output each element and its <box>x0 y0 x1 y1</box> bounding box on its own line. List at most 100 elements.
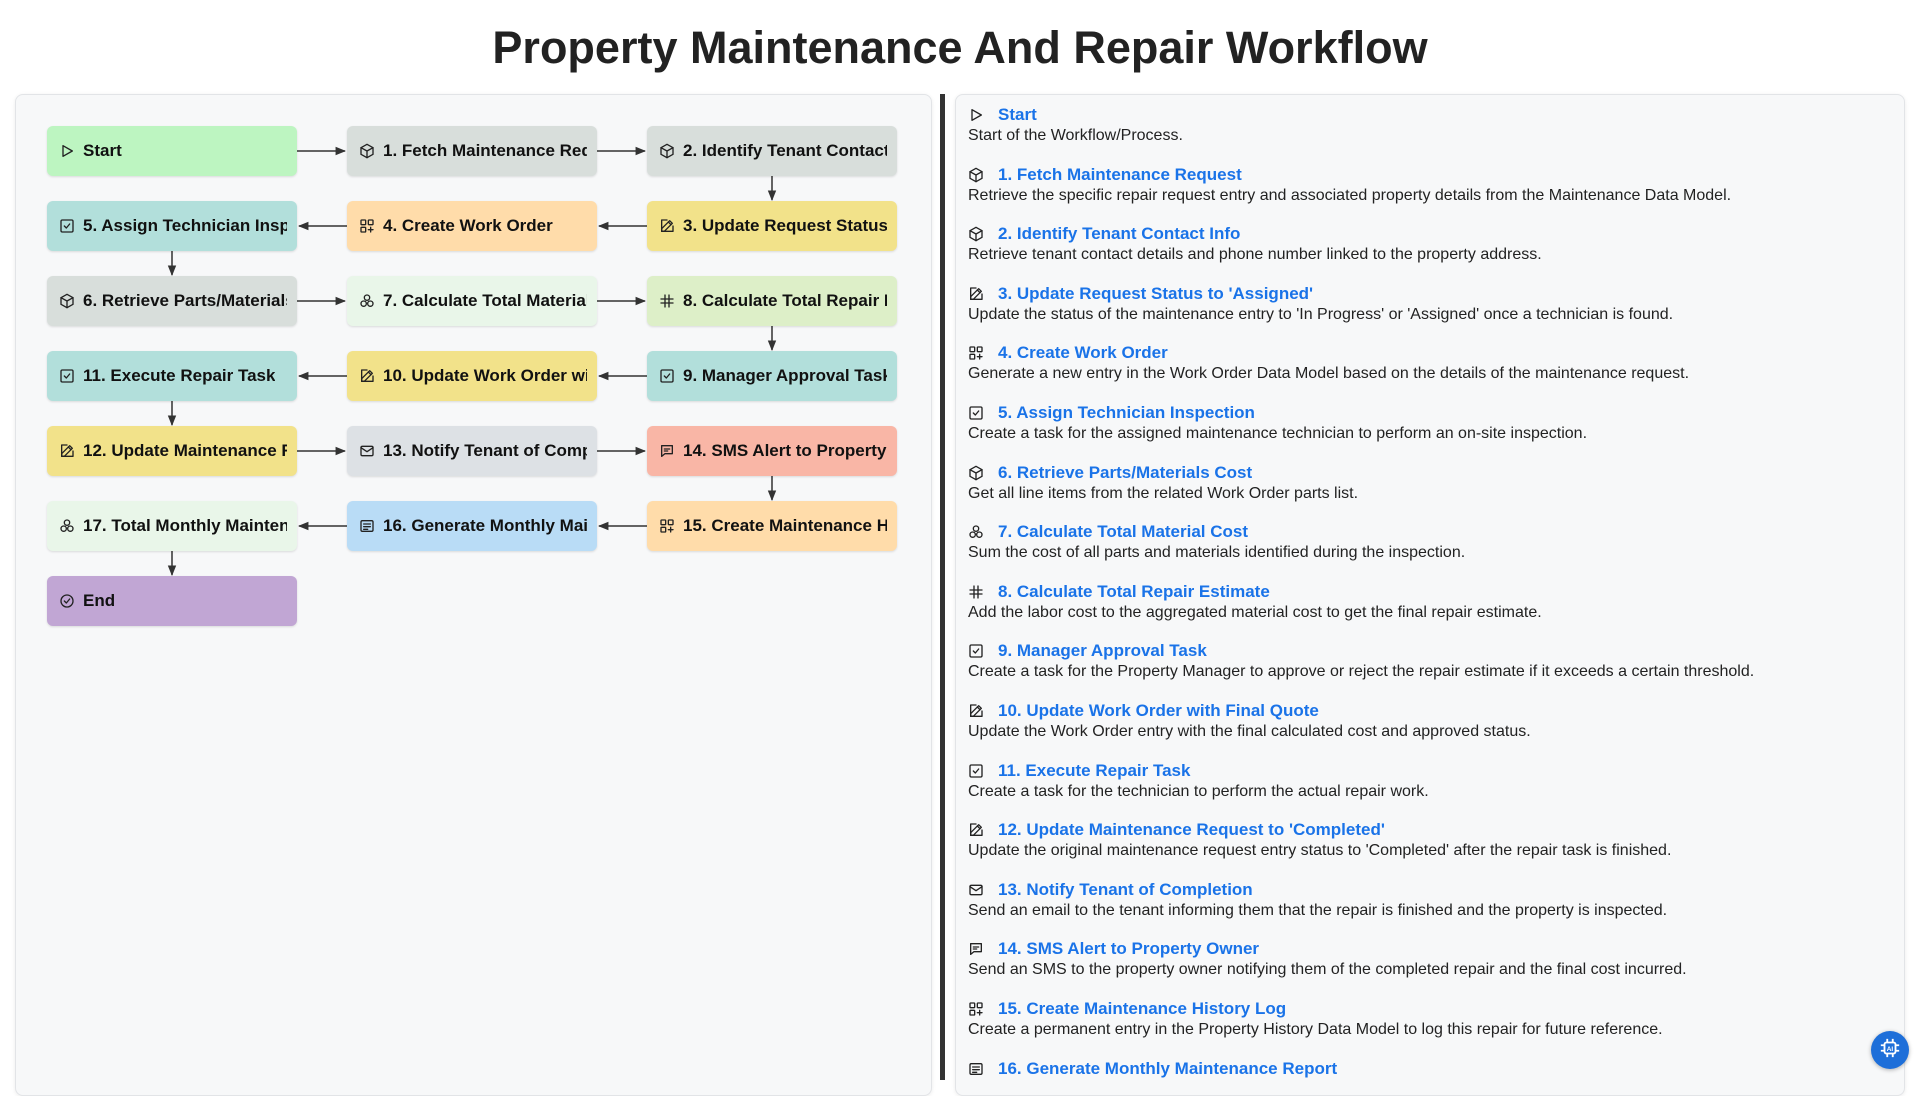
cube-icon <box>968 465 984 481</box>
step-title-link[interactable]: 10. Update Work Order with Final Quote <box>998 701 1319 721</box>
flow-node-label: 9. Manager Approval Task <box>683 366 887 385</box>
step-title-link[interactable]: 14. SMS Alert to Property Owner <box>998 939 1259 959</box>
flow-node-label: 5. Assign Technician Inspection <box>83 216 287 235</box>
flow-node-label: 14. SMS Alert to Property Owner <box>683 441 887 460</box>
step-title-link[interactable]: 12. Update Maintenance Request to 'Compl… <box>998 820 1385 840</box>
step-item: 5. Assign Technician Inspection Create a … <box>968 403 1888 443</box>
flow-node[interactable]: 9. Manager Approval Task <box>647 351 897 401</box>
report-icon <box>359 518 375 534</box>
flow-node[interactable]: 15. Create Maintenance History Log <box>647 501 897 551</box>
step-title-link[interactable]: 2. Identify Tenant Contact Info <box>998 224 1240 244</box>
flow-node[interactable]: 11. Execute Repair Task <box>47 351 297 401</box>
step-header[interactable]: 12. Update Maintenance Request to 'Compl… <box>968 820 1888 840</box>
flow-node[interactable]: 5. Assign Technician Inspection <box>47 201 297 251</box>
step-item: 11. Execute Repair Task Create a task for… <box>968 761 1888 801</box>
step-description: Create a permanent entry in the Property… <box>968 1021 1663 1038</box>
stack-icon <box>359 293 375 309</box>
step-title-link[interactable]: 4. Create Work Order <box>998 343 1168 363</box>
step-header[interactable]: 3. Update Request Status to 'Assigned' <box>968 284 1888 304</box>
ai-assistant-button[interactable]: AI <box>1871 1031 1909 1069</box>
step-description: Update the original maintenance request … <box>968 842 1672 860</box>
step-description: Create a task for the assigned maintenan… <box>968 425 1588 442</box>
step-item: 7. Calculate Total Material Cost Sum the … <box>968 522 1888 562</box>
step-header[interactable]: 15. Create Maintenance History Log <box>968 999 1888 1019</box>
page-title: Property Maintenance And Repair Workflow <box>492 22 1428 73</box>
step-header[interactable]: 13. Notify Tenant of Completion <box>968 880 1888 900</box>
check-circle-icon <box>59 593 75 609</box>
step-description: Sum the cost of all parts and materials … <box>968 544 1466 562</box>
step-title-link[interactable]: 13. Notify Tenant of Completion <box>998 880 1253 900</box>
flow-node-label: 3. Update Request Status to 'Assigned' <box>683 216 887 235</box>
step-title-link[interactable]: 16. Generate Monthly Maintenance Report <box>998 1059 1337 1079</box>
flow-node[interactable]: 10. Update Work Order with Final Quote <box>347 351 597 401</box>
step-title-link[interactable]: 3. Update Request Status to 'Assigned' <box>998 284 1313 304</box>
step-header[interactable]: 11. Execute Repair Task <box>968 761 1888 781</box>
flow-node[interactable]: 12. Update Maintenance Request to 'Compl… <box>47 426 297 476</box>
cube-icon <box>359 143 375 159</box>
cube-icon <box>968 167 984 183</box>
flow-node[interactable]: 4. Create Work Order <box>347 201 597 251</box>
flow-node[interactable]: 2. Identify Tenant Contact Info <box>647 126 897 176</box>
step-title-link[interactable]: 5. Assign Technician Inspection <box>998 403 1255 423</box>
step-header[interactable]: 16. Generate Monthly Maintenance Report <box>968 1059 1888 1079</box>
step-header[interactable]: 1. Fetch Maintenance Request <box>968 165 1888 185</box>
mail-icon <box>968 882 984 898</box>
step-title-link[interactable]: 15. Create Maintenance History Log <box>998 999 1286 1019</box>
cube-icon <box>968 226 984 242</box>
edit-icon <box>59 443 75 459</box>
flow-node[interactable]: 14. SMS Alert to Property Owner <box>647 426 897 476</box>
step-title-link[interactable]: Start <box>998 105 1037 125</box>
step-header[interactable]: 10. Update Work Order with Final Quote <box>968 701 1888 721</box>
message-icon <box>968 941 984 957</box>
step-header[interactable]: 9. Manager Approval Task <box>968 641 1888 661</box>
grid-plus-icon <box>659 518 675 534</box>
flow-node-label: 17. Total Monthly Maintenance Cost <box>83 516 287 535</box>
step-title-link[interactable]: 11. Execute Repair Task <box>998 761 1190 781</box>
step-header[interactable]: Start <box>968 105 1888 125</box>
flow-node-label: 15. Create Maintenance History Log <box>683 516 887 535</box>
step-header[interactable]: 8. Calculate Total Repair Estimate <box>968 582 1888 602</box>
checkbox-icon <box>59 218 75 234</box>
panel-divider[interactable] <box>940 94 945 1080</box>
step-title-link[interactable]: 9. Manager Approval Task <box>998 641 1207 661</box>
flow-node[interactable]: Start <box>47 126 297 176</box>
flow-node-label: 1. Fetch Maintenance Request <box>383 141 587 160</box>
step-description: Send an email to the tenant informing th… <box>968 901 1668 919</box>
flow-node[interactable]: 16. Generate Monthly Maintenance Report <box>347 501 597 551</box>
step-header[interactable]: 6. Retrieve Parts/Materials Cost <box>968 463 1888 483</box>
flow-node-label: 6. Retrieve Parts/Materials Cost <box>83 291 287 310</box>
step-title-link[interactable]: 6. Retrieve Parts/Materials Cost <box>998 463 1252 483</box>
step-title-link[interactable]: 1. Fetch Maintenance Request <box>998 165 1242 185</box>
step-item: 14. SMS Alert to Property Owner Send an S… <box>968 939 1888 979</box>
step-header[interactable]: 2. Identify Tenant Contact Info <box>968 224 1888 244</box>
step-header[interactable]: 14. SMS Alert to Property Owner <box>968 939 1888 959</box>
step-header[interactable]: 5. Assign Technician Inspection <box>968 403 1888 423</box>
flow-node[interactable]: 17. Total Monthly Maintenance Cost <box>47 501 297 551</box>
step-description: Create a task for the technician to perf… <box>968 782 1429 800</box>
step-details-panel: Start Start of the Workflow/Process. 1. Fe… <box>955 94 1905 1096</box>
step-item: 3. Update Request Status to 'Assigned' Up… <box>968 284 1888 324</box>
flow-node[interactable]: 13. Notify Tenant of Completion <box>347 426 597 476</box>
step-header[interactable]: 4. Create Work Order <box>968 343 1888 363</box>
flow-node[interactable]: 7. Calculate Total Material Cost <box>347 276 597 326</box>
stack-icon <box>59 518 75 534</box>
step-title-link[interactable]: 7. Calculate Total Material Cost <box>998 522 1248 542</box>
flow-node[interactable]: 6. Retrieve Parts/Materials Cost <box>47 276 297 326</box>
edit-icon <box>968 703 984 719</box>
mail-icon <box>359 443 375 459</box>
flow-node[interactable]: End <box>47 576 297 626</box>
step-item: 12. Update Maintenance Request to 'Compl… <box>968 820 1888 860</box>
ai-chip-icon: AI <box>1879 1037 1901 1064</box>
edit-icon <box>659 218 675 234</box>
step-description: Add the labor cost to the aggregated mat… <box>968 603 1542 621</box>
step-title-link[interactable]: 8. Calculate Total Repair Estimate <box>998 582 1270 602</box>
flow-node[interactable]: 3. Update Request Status to 'Assigned' <box>647 201 897 251</box>
flow-node[interactable]: 1. Fetch Maintenance Request <box>347 126 597 176</box>
step-description: Retrieve tenant contact details and phon… <box>968 246 1542 264</box>
flow-node-label: 12. Update Maintenance Request to 'Compl… <box>83 441 287 460</box>
step-header[interactable]: 7. Calculate Total Material Cost <box>968 522 1888 542</box>
cube-icon <box>59 293 75 309</box>
edit-icon <box>968 822 984 838</box>
flow-node[interactable]: 8. Calculate Total Repair Estimate <box>647 276 897 326</box>
flow-node-label: 16. Generate Monthly Maintenance Report <box>383 516 587 535</box>
